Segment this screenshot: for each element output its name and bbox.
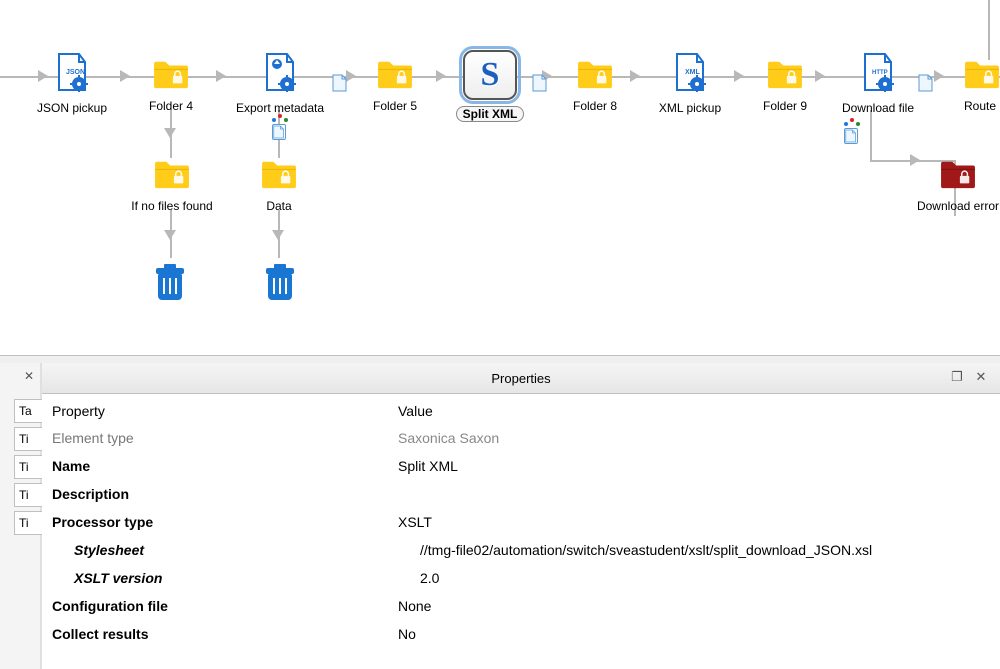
properties-header-row: Property Value xyxy=(46,398,1000,424)
node-data-folder[interactable]: Data xyxy=(244,158,314,213)
left-side-panel: ✕ Ta Ti Ti Ti Ti xyxy=(0,363,42,669)
node-label: Folder 8 xyxy=(560,99,630,113)
json-file-icon: JSON xyxy=(55,52,89,92)
property-value: //tmg-file02/automation/switch/sveastude… xyxy=(414,542,1000,558)
side-tab[interactable]: Ti xyxy=(14,511,45,535)
property-key: Name xyxy=(46,458,392,474)
properties-titlebar[interactable]: Properties ❐ ✕ xyxy=(42,363,1000,394)
folder-icon xyxy=(765,58,805,90)
property-row[interactable]: Configuration file None xyxy=(46,592,1000,620)
property-row[interactable]: Collect results No xyxy=(46,620,1000,648)
folder-error-icon xyxy=(938,158,978,190)
property-value: Saxonica Saxon xyxy=(392,430,1000,446)
node-label: Data xyxy=(244,199,314,213)
svg-text:JSON: JSON xyxy=(66,69,85,76)
property-key: Configuration file xyxy=(46,598,392,614)
property-key: Stylesheet xyxy=(46,542,414,558)
node-label: If no files found xyxy=(120,199,224,213)
property-value: None xyxy=(392,598,1000,614)
folder-icon xyxy=(575,58,615,90)
property-row[interactable]: Stylesheet //tmg-file02/automation/switc… xyxy=(46,536,1000,564)
header-property: Property xyxy=(46,403,392,419)
node-label: Folder 5 xyxy=(360,99,430,113)
node-label: JSON pickup xyxy=(28,101,116,115)
property-key: Processor type xyxy=(46,514,392,530)
node-folder9[interactable]: Folder 9 xyxy=(750,58,820,113)
property-row[interactable]: Description xyxy=(46,480,1000,508)
property-key: Description xyxy=(46,486,392,502)
node-label: XML pickup xyxy=(648,101,732,115)
folder-icon xyxy=(152,158,192,190)
small-page-icon xyxy=(332,74,348,95)
side-tab[interactable]: Ti xyxy=(14,483,45,507)
node-folder5[interactable]: Folder 5 xyxy=(360,58,430,113)
folder-icon xyxy=(375,58,415,90)
svg-text:XML: XML xyxy=(685,69,701,76)
property-key: XSLT version xyxy=(46,570,414,586)
small-page-icon xyxy=(918,74,934,95)
folder-icon xyxy=(962,58,1000,90)
node-folder8[interactable]: Folder 8 xyxy=(560,58,630,113)
panel-title: Properties xyxy=(491,371,550,386)
node-label: Export metadata xyxy=(230,101,330,115)
trash-icon xyxy=(260,260,300,304)
node-if-no-files[interactable]: If no files found xyxy=(120,158,224,213)
trash-icon xyxy=(150,260,190,304)
node-split-xml[interactable]: S Split XML xyxy=(450,50,530,122)
property-value: Split XML xyxy=(392,458,1000,474)
node-label: Split XML xyxy=(456,106,525,122)
close-icon[interactable]: ✕ xyxy=(974,370,988,384)
property-row[interactable]: XSLT version 2.0 xyxy=(46,564,1000,592)
xml-file-icon: XML xyxy=(673,52,707,92)
property-key: Element type xyxy=(46,430,392,446)
flow-canvas[interactable]: JSON JSON pickup Folder 4 Export metadat… xyxy=(0,0,1000,355)
header-value: Value xyxy=(392,403,1000,419)
split-xml-icon: S xyxy=(463,50,517,100)
node-label: Download error xyxy=(908,199,1000,213)
properties-panel: Properties ❐ ✕ Property Value Element ty… xyxy=(42,363,1000,669)
small-page-icon xyxy=(532,74,548,95)
folder-icon xyxy=(151,58,191,90)
traffic-lights-icon xyxy=(272,114,288,128)
http-file-icon: HTTP xyxy=(861,52,895,92)
property-value: 2.0 xyxy=(414,570,1000,586)
property-value: XSLT xyxy=(392,514,1000,530)
property-row[interactable]: Element type Saxonica Saxon xyxy=(46,424,1000,452)
node-route[interactable]: Route xyxy=(962,58,1000,113)
node-download-file[interactable]: HTTP Download file xyxy=(830,52,926,115)
side-tab[interactable]: Ti xyxy=(14,427,45,451)
side-tab[interactable]: Ti xyxy=(14,455,45,479)
node-label: Download file xyxy=(830,101,926,115)
export-file-icon xyxy=(263,52,297,92)
node-trash-1[interactable] xyxy=(148,260,192,307)
node-download-error[interactable]: Download error xyxy=(908,158,1000,213)
traffic-lights-icon xyxy=(844,118,860,132)
property-row[interactable]: Name Split XML xyxy=(46,452,1000,480)
folder-icon xyxy=(259,158,299,190)
node-label: Folder 9 xyxy=(750,99,820,113)
node-label: Folder 4 xyxy=(136,99,206,113)
property-row[interactable]: Processor type XSLT xyxy=(46,508,1000,536)
node-xml-pickup[interactable]: XML XML pickup xyxy=(648,52,732,115)
property-key: Collect results xyxy=(46,626,392,642)
node-export-metadata[interactable]: Export metadata xyxy=(230,52,330,115)
property-value: No xyxy=(392,626,1000,642)
close-icon[interactable]: ✕ xyxy=(22,369,36,383)
node-label: Route xyxy=(964,99,1000,113)
properties-table: Property Value Element type Saxonica Sax… xyxy=(42,394,1000,648)
node-folder4[interactable]: Folder 4 xyxy=(136,58,206,113)
restore-icon[interactable]: ❐ xyxy=(950,370,964,384)
side-tab[interactable]: Ta xyxy=(14,399,45,423)
node-trash-2[interactable] xyxy=(258,260,302,307)
node-json-pickup[interactable]: JSON JSON pickup xyxy=(28,52,116,115)
